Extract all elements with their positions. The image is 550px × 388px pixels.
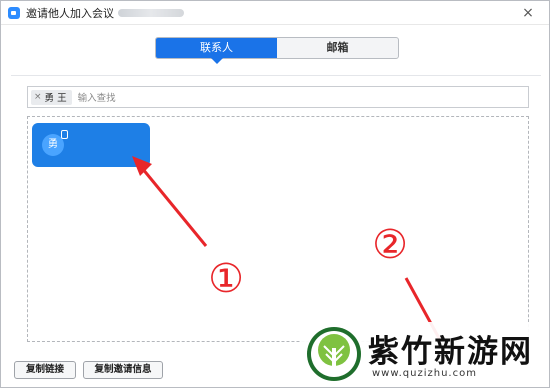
watermark-site-name: 紫竹新游网 (368, 334, 533, 370)
copy-link-button[interactable]: 复制链接 (14, 361, 76, 379)
device-badge-icon (61, 130, 68, 139)
title-bar: 邀请他人加入会议 × (1, 1, 549, 25)
tab-email[interactable]: 邮箱 (277, 38, 398, 58)
contact-list: 勇 (27, 116, 529, 342)
blurred-title-text (118, 8, 184, 17)
app-icon (8, 6, 20, 19)
contact-card[interactable]: 勇 (32, 123, 150, 167)
bamboo-tree-logo-icon (307, 327, 361, 381)
watermark-url: www.quzizhu.com (372, 368, 477, 379)
search-placeholder: 输入查找 (77, 93, 116, 104)
window-title: 邀请他人加入会议 (26, 6, 114, 20)
search-field[interactable]: × 勇 王 输入查找 (27, 86, 529, 108)
selected-contact-chip: × 勇 王 (31, 89, 72, 105)
copy-invite-info-button[interactable]: 复制邀请信息 (83, 361, 163, 379)
chip-remove-icon[interactable]: × (34, 92, 42, 102)
divider (11, 75, 541, 76)
chip-label: 勇 王 (44, 93, 67, 104)
tab-contacts[interactable]: 联系人 (156, 38, 277, 64)
tab-switcher: 联系人 邮箱 (155, 37, 399, 64)
close-icon[interactable]: × (519, 4, 537, 22)
site-watermark: 紫竹新游网 www.quzizhu.com (300, 322, 548, 386)
